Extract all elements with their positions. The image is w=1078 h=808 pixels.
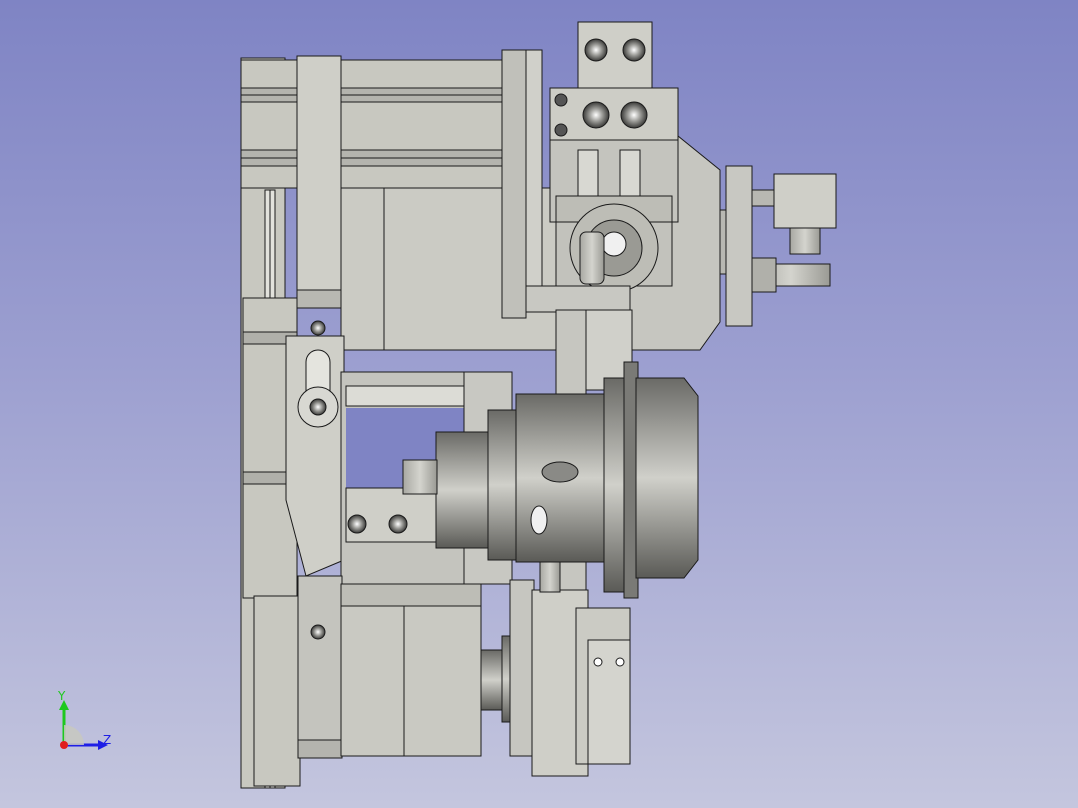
z-axis-label: Z xyxy=(103,733,111,747)
solenoid-valve xyxy=(773,173,837,229)
linear-guide-block xyxy=(240,59,527,189)
axis-triad: Y Z xyxy=(57,689,111,750)
cad-3d-viewport[interactable]: Y Z xyxy=(0,0,1078,808)
vertical-slide-column xyxy=(296,55,342,307)
spindle-hub xyxy=(435,431,493,549)
axis-origin-icon xyxy=(60,741,68,749)
stepper-motor xyxy=(340,605,482,757)
y-axis-label: Y xyxy=(57,689,66,703)
drive-pulley xyxy=(635,377,699,579)
machine-assembly-model xyxy=(240,21,837,789)
